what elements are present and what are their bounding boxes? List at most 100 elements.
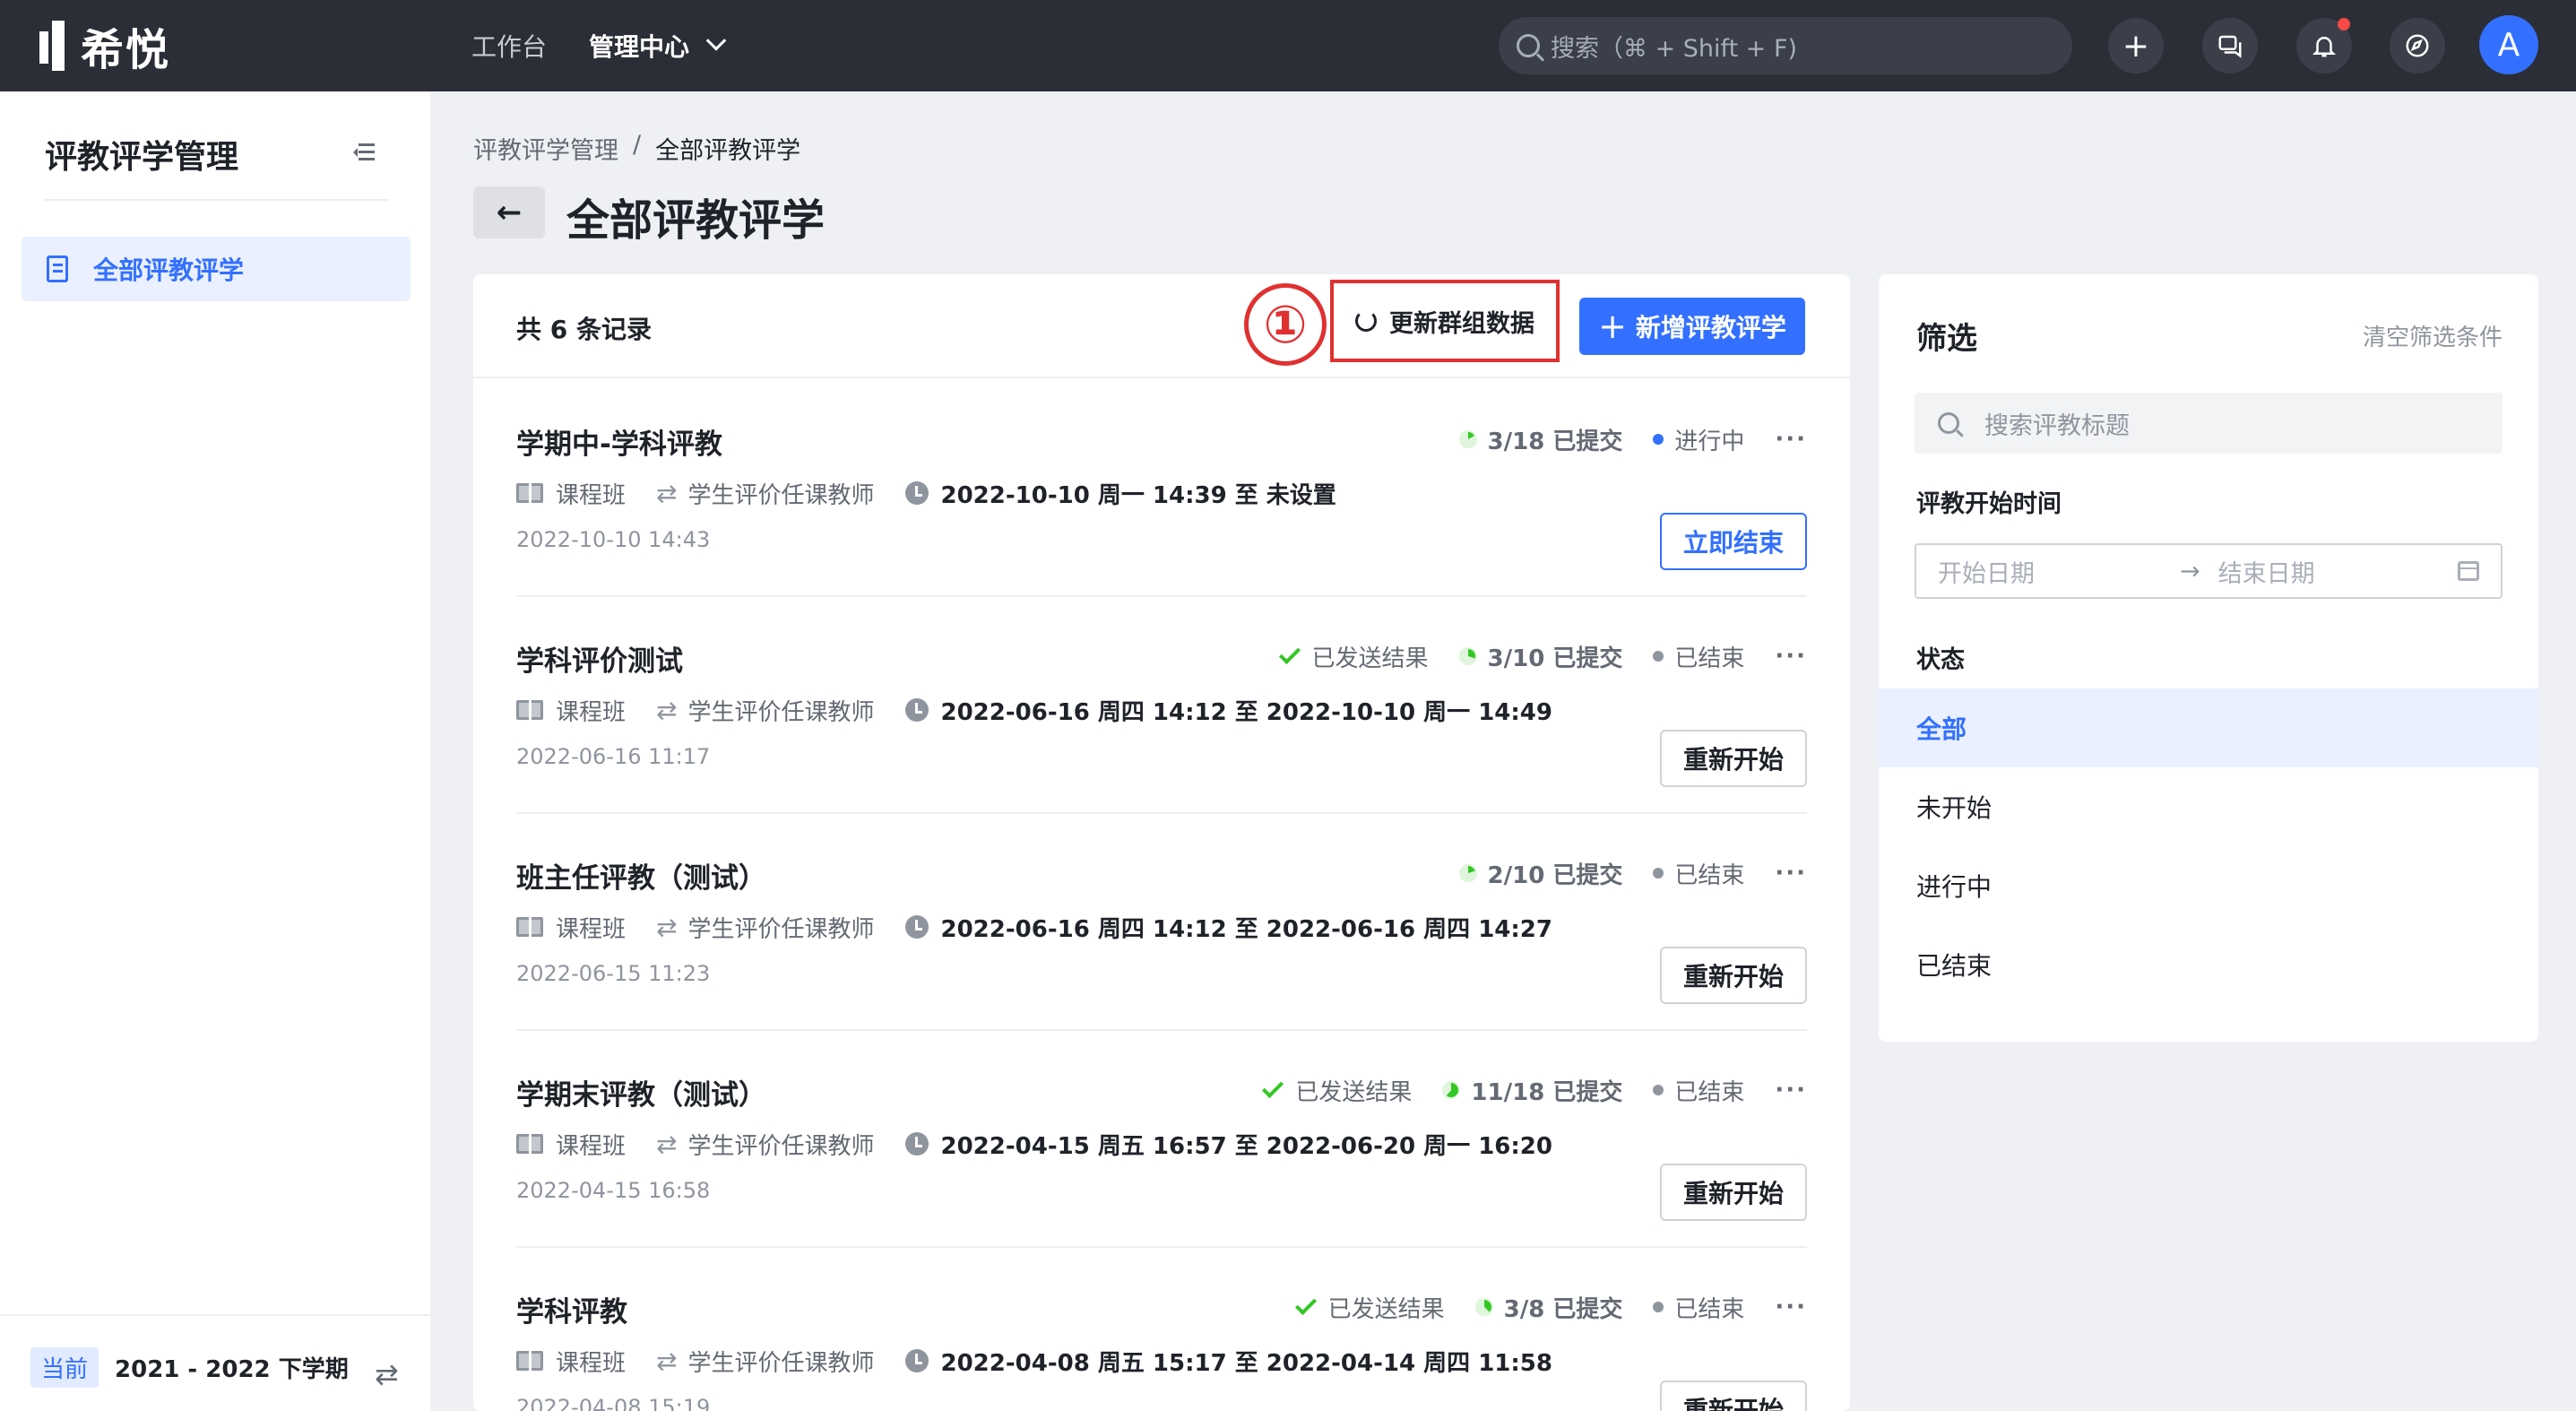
check-icon xyxy=(1262,1076,1284,1099)
refresh-label: 更新群组数据 xyxy=(1389,309,1534,338)
created-date: 2022-04-15 16:58 xyxy=(516,1178,711,1203)
status-option[interactable]: 未开始 xyxy=(1879,767,2538,846)
submission-progress: 3/18 已提交 xyxy=(1458,423,1622,456)
evaluation-time-range: 2022-04-15 周五 16:57 至 2022-06-20 周一 16:2… xyxy=(940,1132,1552,1160)
evaluation-title[interactable]: 学期末评教（测试） xyxy=(516,1072,766,1112)
more-options-icon[interactable]: ··· xyxy=(1775,1294,1807,1320)
restart-button[interactable]: 重新开始 xyxy=(1660,947,1807,1004)
class-type: 课程班 xyxy=(556,481,627,509)
nav-admin-center[interactable]: 管理中心 xyxy=(589,0,727,91)
swap-arrows-icon: ⇄ xyxy=(656,695,678,725)
evaluation-time-range: 2022-10-10 周一 14:39 至 未设置 xyxy=(940,481,1336,509)
current-term: 当前 2021 - 2022 下学期 xyxy=(30,1345,349,1389)
status-option[interactable]: 全部 xyxy=(1879,688,2538,767)
search-icon xyxy=(1938,412,1959,434)
status-option[interactable]: 进行中 xyxy=(1879,846,2538,925)
chat-icon xyxy=(2218,35,2242,58)
more-options-icon[interactable]: ··· xyxy=(1775,1077,1807,1104)
more-options-icon[interactable]: ··· xyxy=(1775,860,1807,887)
logo-mark-icon xyxy=(39,21,70,71)
date-range-picker[interactable]: 开始日期 → 结束日期 xyxy=(1915,543,2503,599)
evaluation-title[interactable]: 班主任评教（测试） xyxy=(516,855,766,896)
status-badge: 已结束 xyxy=(1653,1074,1744,1107)
evaluation-title[interactable]: 学科评教 xyxy=(516,1289,627,1329)
user-avatar[interactable]: A xyxy=(2479,15,2538,74)
notification-badge xyxy=(2338,18,2350,30)
evaluation-title[interactable]: 学期中-学科评教 xyxy=(516,421,722,462)
evaluation-time-range: 2022-04-08 周五 15:17 至 2022-04-14 周四 11:5… xyxy=(940,1349,1552,1377)
more-options-icon[interactable]: ··· xyxy=(1775,643,1807,670)
created-date: 2022-06-15 11:23 xyxy=(516,961,711,986)
restart-button[interactable]: 重新开始 xyxy=(1660,1164,1807,1221)
submission-count: 11/18 已提交 xyxy=(1471,1078,1623,1106)
clock-icon xyxy=(904,481,929,505)
date-end-input[interactable]: 结束日期 xyxy=(2218,554,2451,589)
swap-arrows-icon: ⇄ xyxy=(656,1129,678,1159)
start-time-label: 评教开始时间 xyxy=(1916,490,2062,518)
evaluation-role: 学生评价任课教师 xyxy=(687,1349,875,1377)
status-dot xyxy=(1653,868,1664,879)
filter-panel: 筛选 清空筛选条件 搜索评教标题 评教开始时间 开始日期 → 结束日期 状态 全… xyxy=(1879,274,2538,1042)
evaluation-title[interactable]: 学科评价测试 xyxy=(516,638,683,679)
refresh-group-data-button[interactable]: 更新群组数据 xyxy=(1330,280,1560,362)
class-type: 课程班 xyxy=(556,1349,627,1377)
more-options-icon[interactable]: ··· xyxy=(1775,426,1807,453)
nav-admin-label: 管理中心 xyxy=(589,32,690,62)
submission-count: 3/10 已提交 xyxy=(1487,645,1623,672)
restart-button[interactable]: 重新开始 xyxy=(1660,730,1807,787)
result-sent-status: 已发送结果 xyxy=(1294,1291,1445,1324)
sidebar-footer-divider xyxy=(0,1314,430,1316)
result-sent-label: 已发送结果 xyxy=(1295,1078,1413,1106)
global-search-input[interactable]: 搜索（⌘ + Shift + F) xyxy=(1499,17,2072,74)
status-option[interactable]: 已结束 xyxy=(1879,925,2538,1004)
clock-icon xyxy=(904,1132,929,1156)
messages-button[interactable] xyxy=(2202,18,2258,74)
breadcrumb-root[interactable]: 评教评学管理 xyxy=(473,131,618,166)
add-button[interactable]: + xyxy=(2108,18,2164,74)
plus-icon: + xyxy=(1598,307,1627,346)
row-meta: 课程班 ⇄ 学生评价任课教师 2022-06-16 周四 14:12 至 202… xyxy=(516,694,1552,726)
result-sent-status: 已发送结果 xyxy=(1262,1074,1413,1107)
progress-pie-icon xyxy=(1442,1081,1461,1099)
row-meta: 课程班 ⇄ 学生评价任课教师 2022-06-16 周四 14:12 至 202… xyxy=(516,911,1552,943)
filter-search-input[interactable]: 搜索评教标题 xyxy=(1915,393,2503,454)
app-logo[interactable]: 希悦 xyxy=(39,16,170,75)
status-badge: 已结束 xyxy=(1653,640,1744,673)
filter-search-placeholder: 搜索评教标题 xyxy=(1984,411,2130,440)
back-button[interactable]: ← xyxy=(473,186,545,238)
status-label: 状态 xyxy=(1916,646,1965,674)
search-placeholder: 搜索（⌘ + Shift + F) xyxy=(1551,34,1798,63)
evaluation-row[interactable]: 学科评价测试 已发送结果 3/10 已提交 已结束 ··· 课程班 ⇄ 学生评价… xyxy=(516,597,1807,814)
search-icon xyxy=(1517,34,1540,57)
sidebar-item-all-evaluations[interactable]: 全部评教评学 xyxy=(22,237,411,301)
chevron-down-icon xyxy=(705,30,727,51)
clear-filters-link[interactable]: 清空筛选条件 xyxy=(2363,319,2503,352)
add-evaluation-button[interactable]: + 新增评教评学 xyxy=(1579,298,1805,355)
evaluation-row[interactable]: 学期中-学科评教 3/18 已提交 进行中 ··· 课程班 ⇄ 学生评价任课教师… xyxy=(516,380,1807,597)
compass-icon xyxy=(2406,34,2429,57)
progress-pie-icon xyxy=(1458,864,1477,882)
evaluation-row[interactable]: 学科评教 已发送结果 3/8 已提交 已结束 ··· 课程班 ⇄ 学生评价任课教… xyxy=(516,1248,1807,1411)
date-start-input[interactable]: 开始日期 xyxy=(1938,554,2180,589)
evaluation-time-range: 2022-06-16 周四 14:12 至 2022-06-16 周四 14:2… xyxy=(940,915,1552,943)
status-dot xyxy=(1653,651,1664,662)
swap-arrows-icon: ⇄ xyxy=(656,1346,678,1376)
evaluation-row[interactable]: 班主任评教（测试） 2/10 已提交 已结束 ··· 课程班 ⇄ 学生评价任课教… xyxy=(516,814,1807,1031)
switch-term-icon[interactable]: ⇄ xyxy=(375,1357,399,1391)
row-meta: 课程班 ⇄ 学生评价任课教师 2022-04-08 周五 15:17 至 202… xyxy=(516,1345,1552,1377)
status-label: 已结束 xyxy=(1674,1078,1745,1106)
evaluation-row[interactable]: 学期末评教（测试） 已发送结果 11/18 已提交 已结束 ··· 课程班 ⇄ … xyxy=(516,1031,1807,1248)
add-label: 新增评教评学 xyxy=(1635,313,1786,342)
nav-workbench[interactable]: 工作台 xyxy=(471,0,547,91)
restart-button[interactable]: 重新开始 xyxy=(1660,1381,1807,1411)
submission-progress: 3/8 已提交 xyxy=(1474,1291,1622,1324)
collapse-sidebar-icon[interactable] xyxy=(353,143,375,161)
submission-progress: 11/18 已提交 xyxy=(1442,1074,1622,1107)
check-icon xyxy=(1278,642,1301,665)
apps-button[interactable] xyxy=(2390,18,2445,74)
created-date: 2022-04-08 15:19 xyxy=(516,1395,711,1411)
row-status-bar: 2/10 已提交 已结束 ··· xyxy=(1458,855,1807,891)
evaluation-role: 学生评价任课教师 xyxy=(687,698,875,726)
list-header: 共 6 条记录 ① 更新群组数据 + 新增评教评学 xyxy=(473,274,1850,378)
end-now-button[interactable]: 立即结束 xyxy=(1660,513,1807,570)
